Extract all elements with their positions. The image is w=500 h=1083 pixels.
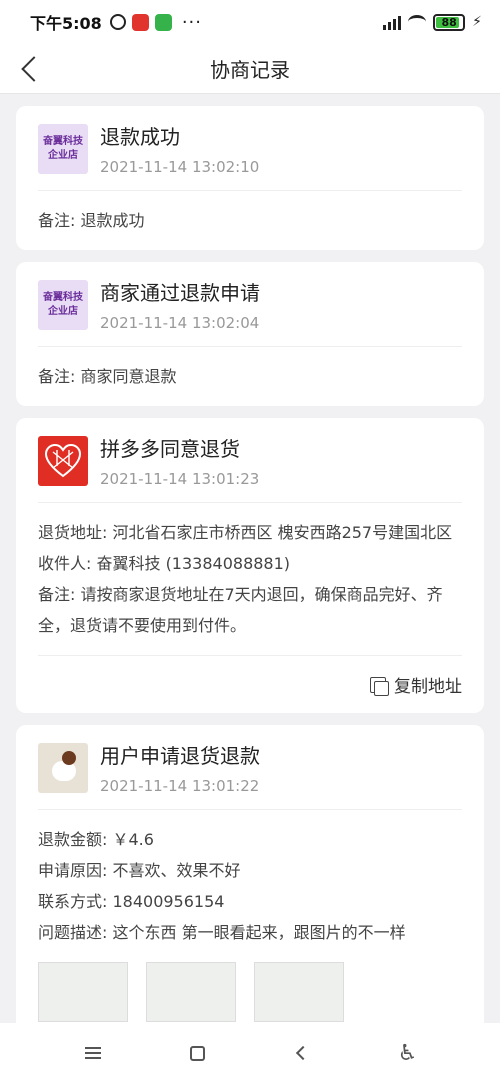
record-remark: 备注: 请按商家退货地址在7天内退回，确保商品完好、齐全，退货请不要使用到付件。 bbox=[38, 585, 443, 635]
record-actions: 复制地址 bbox=[38, 655, 462, 713]
user-avatar bbox=[38, 743, 88, 793]
shop-avatar-subtitle: 企业店 bbox=[48, 306, 78, 317]
charging-icon: ⚡ bbox=[472, 14, 482, 30]
evidence-image[interactable] bbox=[254, 962, 344, 1022]
copy-icon bbox=[370, 676, 389, 696]
contact-info: 联系方式: 18400956154 bbox=[38, 892, 225, 911]
accessibility-button[interactable]: ♿ bbox=[388, 1033, 428, 1073]
evidence-image[interactable] bbox=[38, 962, 128, 1022]
refund-reason: 申请原因: 不喜欢、效果不好 bbox=[38, 861, 241, 880]
wifi-icon bbox=[408, 15, 427, 29]
record-remark: 备注: 退款成功 bbox=[38, 211, 145, 230]
record-title: 用户申请退货退款 bbox=[100, 744, 260, 768]
record-header: 奋翼科技 企业店 商家通过退款申请 2021-11-14 13:02:04 bbox=[38, 262, 462, 347]
record-title: 退款成功 bbox=[100, 125, 180, 149]
wechat-notification-icon bbox=[154, 13, 172, 31]
chevron-left-icon bbox=[21, 56, 47, 82]
record-header: 用户申请退货退款 2021-11-14 13:01:22 bbox=[38, 725, 462, 810]
shop-avatar-name: 奋翼科技 bbox=[43, 292, 83, 303]
recent-apps-button[interactable] bbox=[73, 1033, 113, 1073]
status-bar: 下午5:08 ··· 88 ⚡ bbox=[0, 0, 500, 44]
record-details: 退款金额: ￥4.6 申请原因: 不喜欢、效果不好 联系方式: 18400956… bbox=[38, 810, 462, 962]
record-title: 商家通过退款申请 bbox=[100, 281, 260, 305]
shop-avatar: 奋翼科技 企业店 bbox=[38, 124, 88, 174]
problem-description: 问题描述: 这个东西 第一眼看起来，跟图片的不一样 bbox=[38, 923, 406, 942]
navigation-bar: 协商记录 bbox=[0, 44, 500, 94]
record-card: 拼多多同意退货 2021-11-14 13:01:23 退货地址: 河北省石家庄… bbox=[16, 418, 484, 713]
home-icon bbox=[190, 1045, 205, 1061]
record-header: 奋翼科技 企业店 退款成功 2021-11-14 13:02:10 bbox=[38, 106, 462, 191]
system-back-button[interactable] bbox=[283, 1033, 323, 1073]
alarm-icon bbox=[109, 14, 126, 30]
record-time: 2021-11-14 13:01:23 bbox=[100, 470, 260, 488]
evidence-image[interactable] bbox=[146, 962, 236, 1022]
status-notification-icons: ··· bbox=[109, 11, 202, 33]
page-title: 协商记录 bbox=[210, 58, 290, 82]
app-notification-icon bbox=[131, 13, 149, 31]
record-remark: 备注: 商家同意退款 bbox=[38, 367, 177, 386]
shop-avatar: 奋翼科技 企业店 bbox=[38, 280, 88, 330]
record-time: 2021-11-14 13:01:22 bbox=[100, 777, 260, 795]
home-button[interactable] bbox=[178, 1033, 218, 1073]
copy-address-label: 复制地址 bbox=[394, 677, 462, 697]
more-notifications-icon: ··· bbox=[181, 11, 202, 33]
negotiation-record-list[interactable]: 奋翼科技 企业店 退款成功 2021-11-14 13:02:10 备注: 退款… bbox=[0, 94, 500, 1023]
recipient: 收件人: 奋翼科技 (13384088881) bbox=[38, 554, 291, 573]
menu-icon bbox=[84, 1047, 101, 1059]
return-address: 退货地址: 河北省石家庄市桥西区 槐安西路257号建国北区 bbox=[38, 523, 453, 542]
heart-logo-icon bbox=[45, 444, 81, 478]
accessibility-icon: ♿ bbox=[397, 1040, 418, 1066]
pinduoduo-logo-icon bbox=[38, 436, 88, 486]
record-card: 奋翼科技 企业店 商家通过退款申请 2021-11-14 13:02:04 备注… bbox=[16, 262, 484, 406]
copy-address-button[interactable]: 复制地址 bbox=[370, 672, 462, 697]
record-header: 拼多多同意退货 2021-11-14 13:01:23 bbox=[38, 418, 462, 503]
record-details: 备注: 商家同意退款 bbox=[38, 347, 462, 406]
system-navigation-bar: ♿ bbox=[0, 1023, 500, 1083]
signal-icon bbox=[383, 14, 402, 30]
back-button[interactable] bbox=[10, 44, 50, 94]
status-system-icons: 88 ⚡ bbox=[383, 13, 482, 31]
battery-level: 88 bbox=[441, 15, 457, 29]
refund-amount: 退款金额: ￥4.6 bbox=[38, 830, 154, 849]
record-time: 2021-11-14 13:02:04 bbox=[100, 314, 260, 332]
evidence-images bbox=[38, 962, 462, 1023]
record-details: 退货地址: 河北省石家庄市桥西区 槐安西路257号建国北区 收件人: 奋翼科技 … bbox=[38, 503, 462, 655]
record-title: 拼多多同意退货 bbox=[100, 437, 240, 461]
record-time: 2021-11-14 13:02:10 bbox=[100, 158, 260, 176]
shop-avatar-name: 奋翼科技 bbox=[43, 136, 83, 147]
status-time: 下午5:08 bbox=[30, 14, 102, 33]
record-card: 用户申请退货退款 2021-11-14 13:01:22 退款金额: ￥4.6 … bbox=[16, 725, 484, 1023]
record-card: 奋翼科技 企业店 退款成功 2021-11-14 13:02:10 备注: 退款… bbox=[16, 106, 484, 250]
shop-avatar-subtitle: 企业店 bbox=[48, 150, 78, 161]
record-details: 备注: 退款成功 bbox=[38, 191, 462, 250]
back-icon bbox=[295, 1045, 310, 1061]
battery-icon: 88 bbox=[433, 13, 466, 31]
